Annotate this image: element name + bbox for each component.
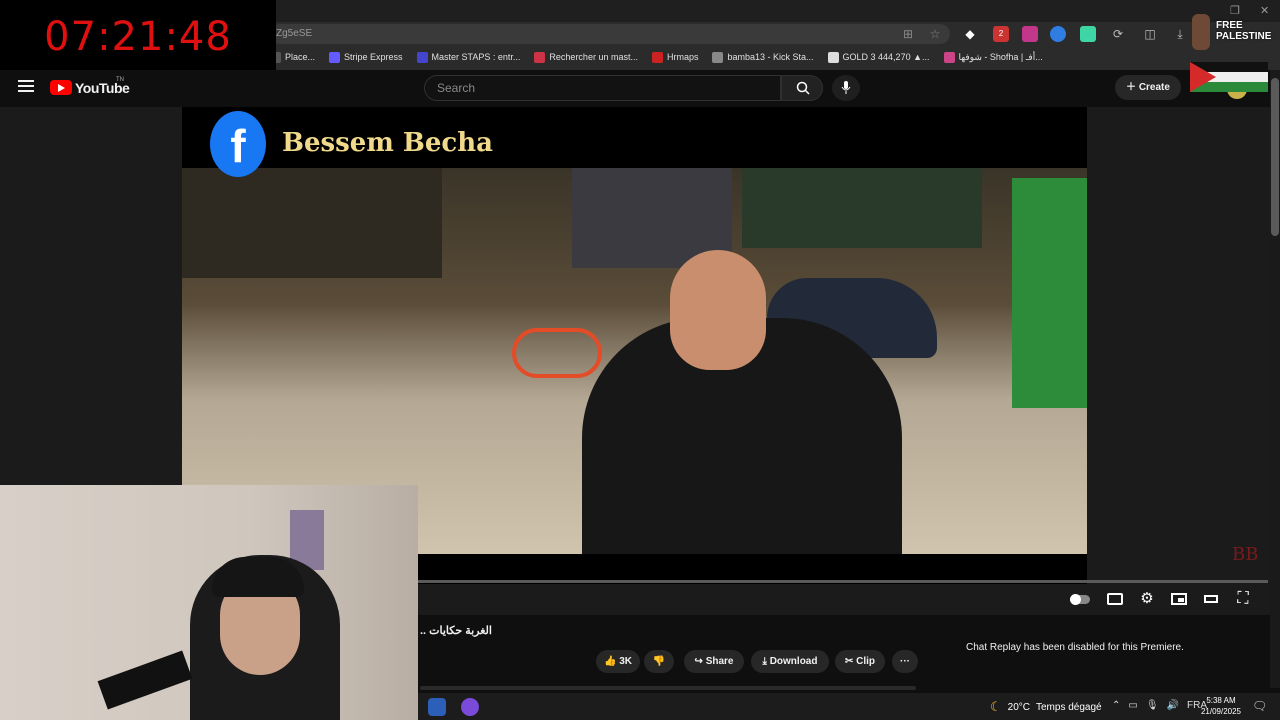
bookmark-favicon-icon <box>712 51 724 63</box>
bookmark-item[interactable]: GOLD 3 444,270 ▲... <box>827 51 930 63</box>
chat-replay-notice: Chat Replay has been disabled for this P… <box>966 642 1184 653</box>
taskbar-app-icon[interactable] <box>428 698 446 716</box>
refresh-extension-icon[interactable]: ⟳ <box>1110 26 1126 42</box>
dislike-button[interactable]: 👎 <box>644 650 674 673</box>
temperature: 20°C <box>1007 701 1030 713</box>
download-icon: ⤓ <box>762 656 770 667</box>
moon-icon: ☾ <box>990 699 1002 714</box>
bookmark-favicon-icon <box>329 51 341 63</box>
bookmark-item[interactable]: Master STAPS : entr... <box>416 51 521 63</box>
tray-chevron-icon[interactable]: ⌃ <box>1112 700 1120 711</box>
green-bus <box>1012 178 1087 408</box>
country-code: TN <box>116 77 124 83</box>
bookmark-label: Rechercher un mast... <box>549 52 638 62</box>
create-button[interactable]: ＋ Create <box>1115 75 1181 100</box>
video-title[interactable]: الغربة حكايات .. <box>420 624 492 637</box>
corner-watermark: BB <box>1232 544 1259 565</box>
extension-badge-icon[interactable]: 2 <box>993 26 1009 42</box>
settings-gear-icon[interactable]: ⚙ <box>1138 590 1156 608</box>
miniplayer-icon[interactable] <box>1170 590 1188 608</box>
address-bar[interactable]: Zg5eSE <box>270 24 950 44</box>
bookmark-favicon-icon <box>534 51 546 63</box>
hamburger-menu-icon[interactable] <box>18 80 34 94</box>
thumbs-down-icon: 👎 <box>652 656 666 667</box>
clip-label: Clip <box>856 656 876 667</box>
download-button[interactable]: ⤓ Download <box>751 650 829 673</box>
tray-app-icon[interactable]: ▭ <box>1128 700 1137 711</box>
bookmark-item[interactable]: bamba13 - Kick Sta... <box>712 51 814 63</box>
extension-green-icon[interactable] <box>1080 26 1096 42</box>
weather-widget[interactable]: ☾ 20°C Temps dégagé <box>990 699 1102 715</box>
create-label: Create <box>1138 82 1170 93</box>
video-progress-bar[interactable] <box>418 580 1268 583</box>
youtube-logo-icon[interactable] <box>50 80 72 95</box>
taskbar-time: 5:38 AM <box>1206 696 1236 705</box>
taskbar-date: 21/09/2025 <box>1200 707 1242 716</box>
scrollbar-thumb[interactable] <box>1271 78 1279 236</box>
thumbs-up-icon: 👍 <box>603 656 620 667</box>
voice-search-button[interactable] <box>832 75 860 101</box>
extension-blue-icon[interactable] <box>1050 26 1066 42</box>
rental-bike <box>512 328 602 378</box>
bookmark-favicon-icon <box>827 51 839 63</box>
like-count: 3K <box>619 656 633 667</box>
download-label: Download <box>769 656 818 667</box>
share-icon: ↪ <box>694 656 706 667</box>
free-palestine-text: FREE PALESTINE <box>1216 20 1272 42</box>
microphone-arm <box>97 650 193 710</box>
scissors-icon: ✂ <box>844 656 857 667</box>
palestine-flag-overlay: FREE PALESTINE <box>1186 10 1272 100</box>
taskbar-obs-icon[interactable] <box>461 698 479 716</box>
headphones <box>212 557 304 597</box>
like-button[interactable]: 👍 3K <box>596 650 640 673</box>
channel-watermark: Bessem Becha <box>282 128 493 158</box>
fullscreen-icon[interactable]: ⛶ <box>1234 590 1252 608</box>
streamer-webcam <box>0 485 418 720</box>
bookmark-item[interactable]: Rechercher un mast... <box>534 51 638 63</box>
speaker-icon[interactable]: 🔊 <box>1167 700 1179 711</box>
share-label: Share <box>705 656 734 667</box>
bookmark-favicon-icon <box>651 51 663 63</box>
bookmark-favicon-icon <box>416 51 428 63</box>
taskbar-clock[interactable]: 5:38 AM 21/09/2025 <box>1196 695 1246 717</box>
bookmark-label: Place... <box>285 52 316 62</box>
system-tray: ⌃ ▭ 🎙 🔊 FRA <box>1112 700 1207 711</box>
weather-condition: Temps dégagé <box>1036 701 1102 713</box>
search-button[interactable] <box>781 75 823 101</box>
bookmark-item[interactable]: شوفها - Shofha | أفـ... <box>943 51 1043 63</box>
description-preview[interactable] <box>420 686 916 690</box>
bookmark-star-icon[interactable]: ☆ <box>927 26 943 42</box>
facebook-logo-icon: f <box>210 111 266 177</box>
bookmark-label: Stripe Express <box>344 52 403 62</box>
subtitles-icon[interactable] <box>1106 590 1124 608</box>
search-icon <box>796 81 810 95</box>
clip-button[interactable]: ✂ Clip <box>835 650 885 673</box>
bookmark-item[interactable]: Hrmaps <box>651 51 699 63</box>
bookmark-label: bamba13 - Kick Sta... <box>727 52 814 62</box>
notification-icon[interactable]: 🗨 <box>1252 699 1267 713</box>
split-view-icon[interactable]: ◫ <box>1142 26 1158 42</box>
install-app-icon[interactable]: ⊞ <box>900 26 916 42</box>
search-input[interactable]: Search <box>424 75 781 101</box>
plus-icon: ＋ <box>1126 82 1139 93</box>
man-head <box>670 250 766 370</box>
clock-time: 07:21:48 <box>44 14 232 60</box>
extension-diamond-icon[interactable]: ◆ <box>962 26 978 42</box>
bookmark-label: شوفها - Shofha | أفـ... <box>958 51 1043 62</box>
more-actions-button[interactable]: ··· <box>892 650 918 673</box>
microphone-icon <box>841 81 851 94</box>
bookmark-label: Hrmaps <box>666 52 699 62</box>
bookmark-item[interactable]: Place... <box>270 51 316 63</box>
bookmark-label: GOLD 3 444,270 ▲... <box>842 52 930 62</box>
bookmark-favicon-icon <box>943 51 955 63</box>
bookmark-item[interactable]: Stripe Express <box>329 51 403 63</box>
theater-mode-icon[interactable] <box>1202 590 1220 608</box>
bookmark-label: Master STAPS : entr... <box>431 52 521 62</box>
autoplay-toggle-icon[interactable] <box>1070 590 1090 608</box>
share-button[interactable]: ↪ Share <box>684 650 744 673</box>
bookmarks-bar: Place... Stripe Express Master STAPS : ent… <box>270 49 1043 65</box>
microphone-tray-icon[interactable]: 🎙 <box>1146 700 1159 711</box>
extension-pink-icon[interactable] <box>1022 26 1038 42</box>
